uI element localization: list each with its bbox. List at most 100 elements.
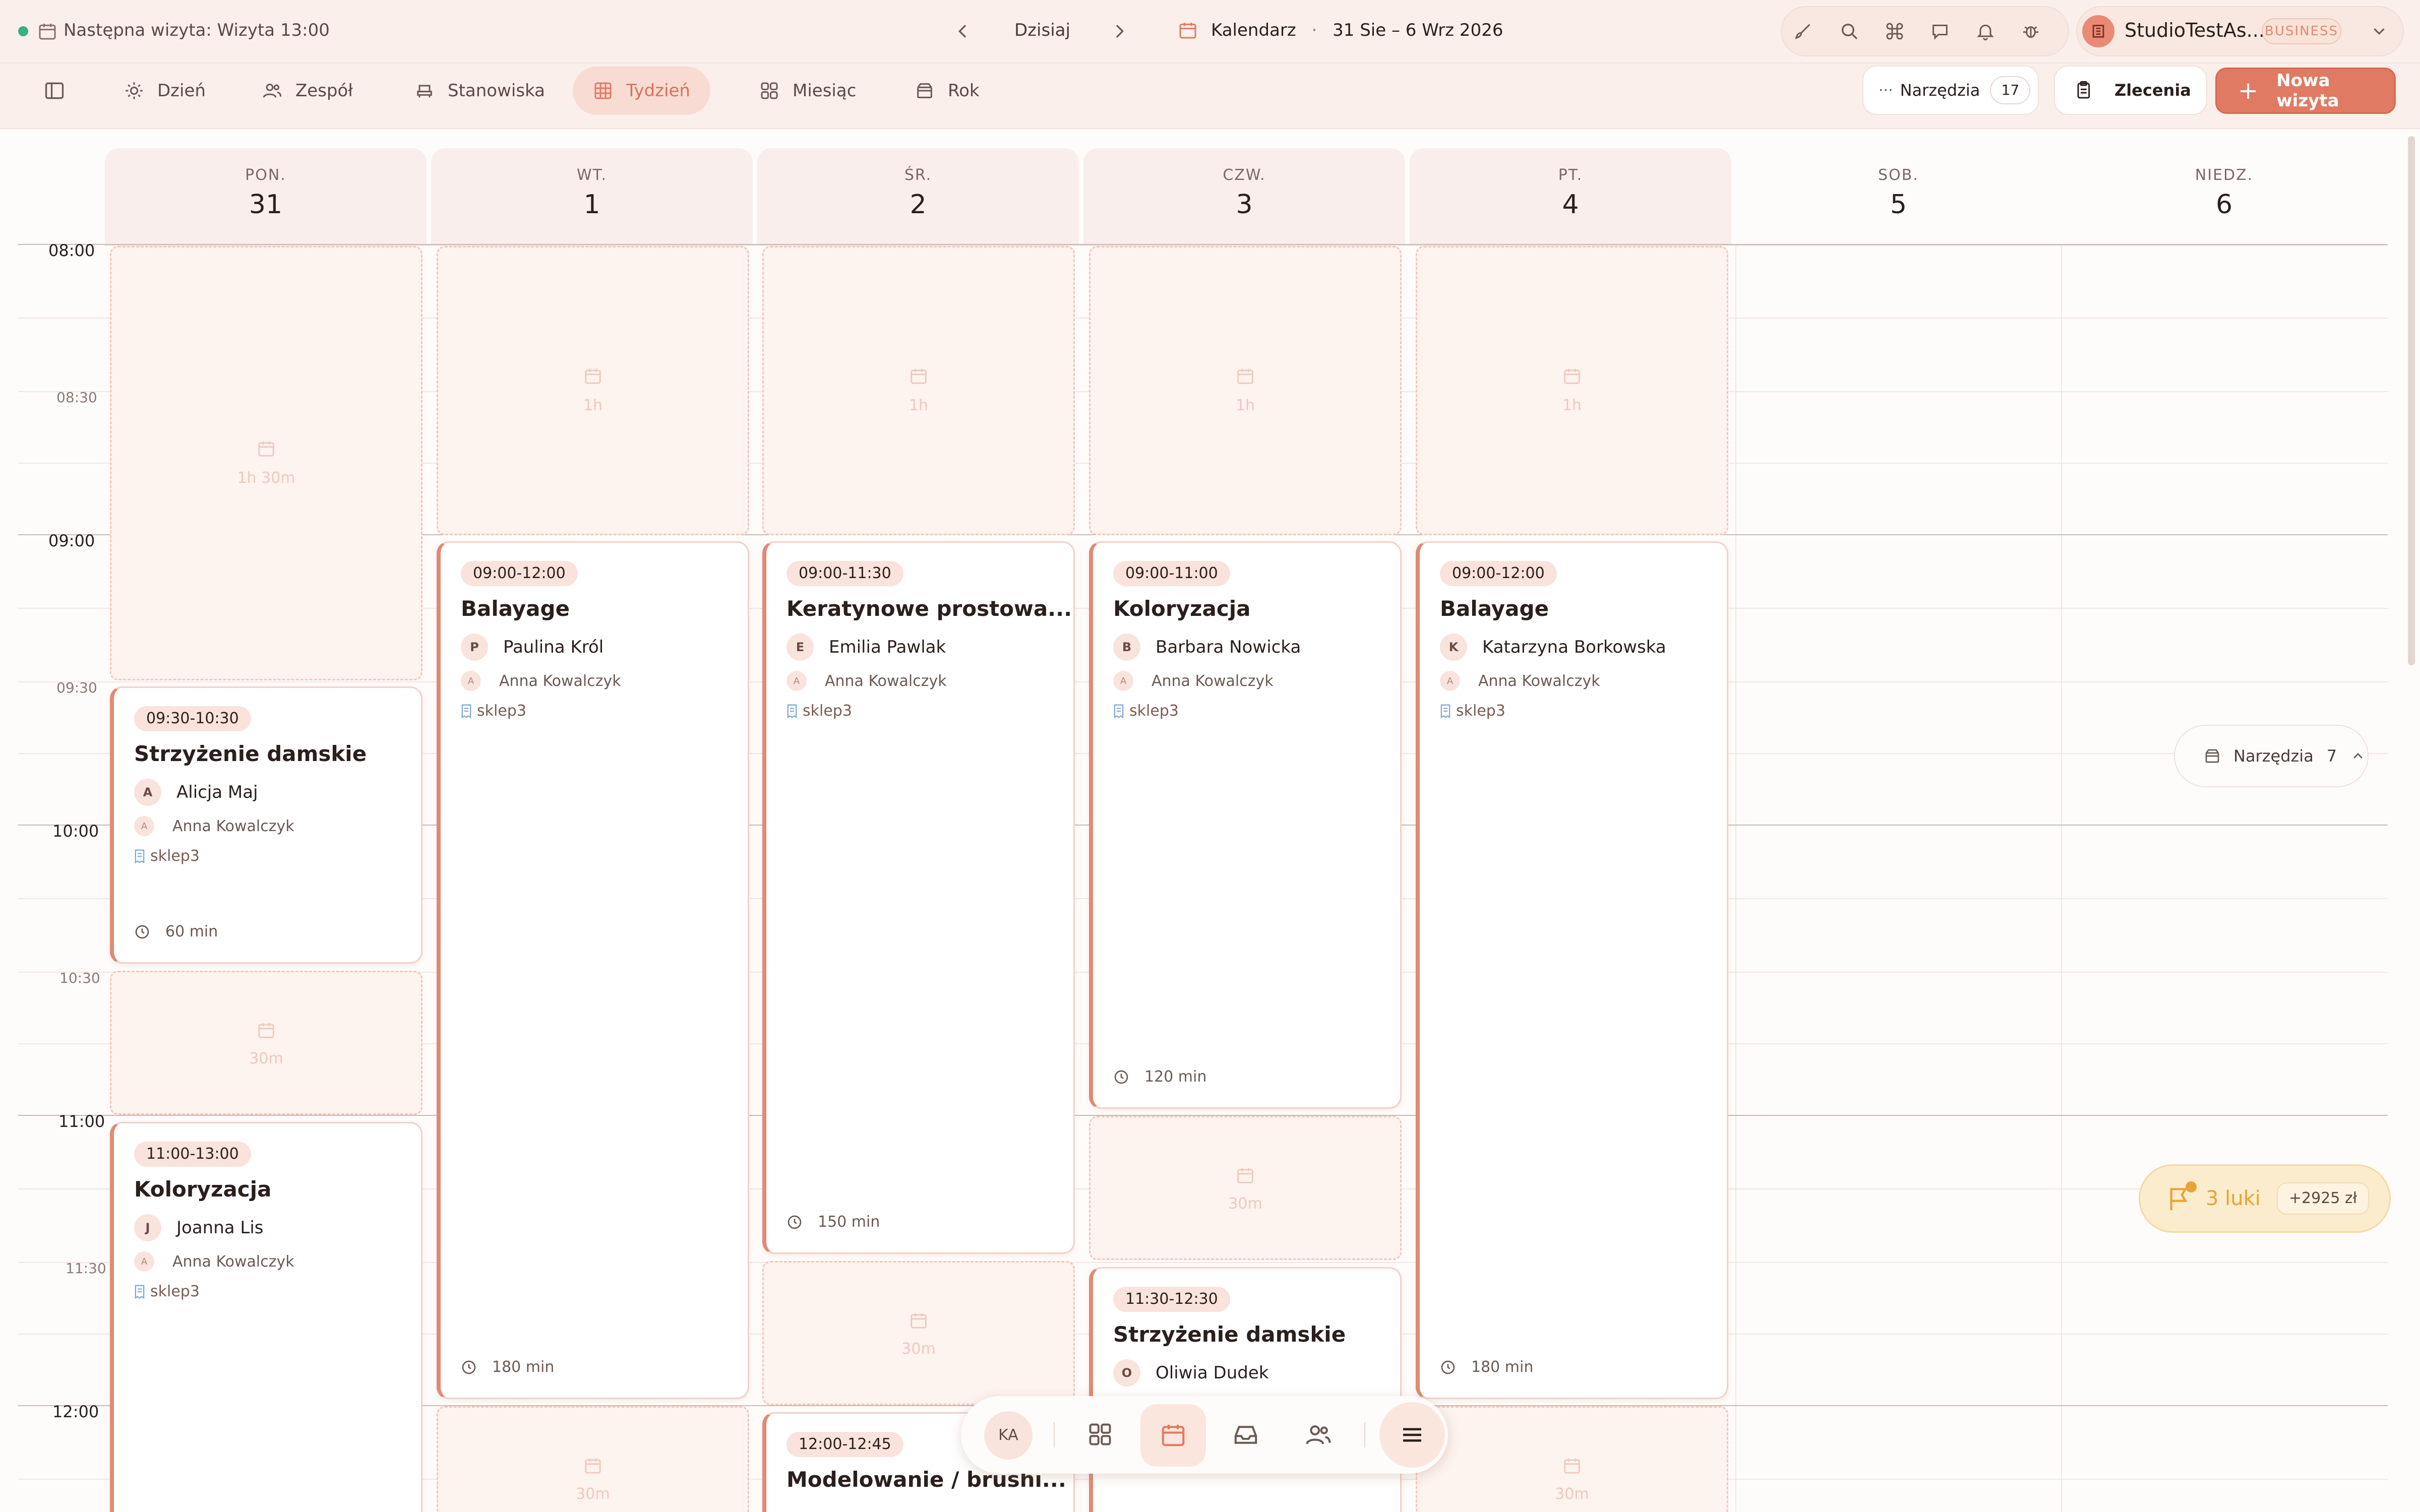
orders-button[interactable]: Zlecenia	[2054, 66, 2207, 115]
duration-value: 60 min	[165, 923, 218, 940]
orders-label: Zlecenia	[2114, 81, 2191, 100]
chevron-up-icon	[2350, 748, 2366, 764]
clients-icon[interactable]	[1305, 1421, 1332, 1448]
duration-value: 150 min	[818, 1213, 880, 1231]
tab-team[interactable]: Zespół	[242, 67, 373, 115]
hour-line	[18, 244, 2388, 245]
appointment-time: 11:30-12:30	[1113, 1287, 1230, 1312]
time-label: 11:00	[58, 1112, 105, 1131]
day-header-mon[interactable]: PON. 31	[105, 148, 427, 245]
day-number: 4	[1562, 190, 1579, 220]
box-icon	[915, 81, 935, 101]
free-slot-duration: 1h	[1235, 397, 1255, 414]
clipboard-icon	[2073, 79, 2093, 101]
day-header-sun[interactable]: NIEDZ. 6	[2062, 148, 2387, 245]
tab-week[interactable]: Tydzień	[573, 67, 710, 115]
tab-day[interactable]: Dzień	[104, 67, 226, 115]
new-visit-button[interactable]: + Nowa wizyta	[2215, 68, 2396, 114]
day-header-fri[interactable]: PT. 4	[1410, 148, 1731, 245]
day-name: CZW.	[1223, 166, 1266, 184]
calendar-slot-icon	[909, 366, 928, 386]
tab-year[interactable]: Rok	[894, 67, 1000, 115]
calendar-range[interactable]: Kalendarz · 31 Sie – 6 Wrz 2026	[1211, 20, 1503, 40]
tab-label: Stanowiska	[448, 81, 545, 101]
client-name: Joanna Lis	[176, 1218, 264, 1238]
appointment-card[interactable]: 09:00-11:00 Koloryzacja B Barbara Nowicka…	[1089, 541, 1402, 1109]
day-header-thu[interactable]: CZW. 3	[1083, 148, 1405, 245]
range-separator: ·	[1311, 20, 1317, 40]
location-name: sklep3	[803, 702, 852, 720]
free-slot-duration: 30m	[576, 1485, 610, 1503]
free-slot-duration: 30m	[1228, 1195, 1262, 1213]
calendar-slot-icon	[1236, 1166, 1255, 1185]
free-slot-duration: 1h	[583, 397, 603, 414]
client-avatar: P	[461, 634, 488, 661]
appointment-card[interactable]: 09:00-12:00 Balayage P Paulina Król A Anna…	[437, 541, 749, 1399]
day-name: SOB.	[1878, 166, 1919, 184]
sidebar-toggle-icon[interactable]	[43, 80, 66, 102]
appointment-location: sklep3	[134, 847, 200, 865]
day-number: 1	[583, 190, 600, 220]
scrollbar-thumb[interactable]	[2408, 136, 2415, 665]
next-visit-info[interactable]: Następna wizyta: Wizyta 13:00	[64, 20, 330, 40]
staff-avatar: A	[1113, 671, 1133, 691]
staff-name: Anna Kowalczyk	[172, 817, 294, 835]
calendar-picker-icon[interactable]	[1178, 20, 1198, 40]
free-slot[interactable]: 30m	[437, 1406, 749, 1512]
free-slot[interactable]: 1h	[762, 246, 1075, 535]
free-slot[interactable]: 1h	[1416, 246, 1728, 535]
bug-icon[interactable]	[2021, 21, 2041, 41]
appointment-card[interactable]: 11:00-13:00 Koloryzacja J Joanna Lis A Ann…	[110, 1122, 422, 1512]
dashboard-icon[interactable]	[1087, 1421, 1113, 1447]
time-label: 09:00	[48, 531, 95, 550]
day-header-sat[interactable]: SOB. 5	[1736, 148, 2061, 245]
time-label: 12:00	[52, 1402, 99, 1421]
appointment-card[interactable]: 09:00-11:30 Keratynowe prostowa... E Emil…	[762, 541, 1075, 1254]
time-label: 09:30	[56, 679, 97, 696]
search-icon[interactable]	[1839, 21, 1859, 41]
appointment-card[interactable]: 09:30-10:30 Strzyżenie damskie A Alicja M…	[110, 686, 422, 964]
appointment-time: 09:00-12:00	[1440, 561, 1557, 586]
plus-icon: +	[2238, 77, 2259, 105]
today-button[interactable]: Dzisiaj	[1014, 20, 1070, 40]
command-icon[interactable]	[1885, 21, 1905, 41]
free-slot[interactable]: 1h	[1089, 246, 1402, 535]
free-slot[interactable]: 30m	[762, 1261, 1075, 1405]
brush-icon[interactable]	[1793, 21, 1813, 41]
location-name: sklep3	[1456, 702, 1505, 720]
staff-avatar: A	[786, 671, 807, 691]
side-tools-button[interactable]: Narzędzia 7	[2174, 725, 2369, 787]
chat-icon[interactable]	[1930, 21, 1950, 41]
chevron-left-icon[interactable]	[953, 20, 973, 42]
calendar-slot-icon	[583, 366, 602, 386]
clock-icon	[786, 1214, 803, 1230]
client-name: Katarzyna Borkowska	[1482, 637, 1666, 657]
tab-stations[interactable]: Stanowiska	[394, 67, 565, 115]
chevron-right-icon[interactable]	[1109, 20, 1129, 42]
staff-avatar: A	[1440, 671, 1460, 691]
gaps-button[interactable]: 3 luki +2925 zł	[2139, 1164, 2391, 1233]
dock-avatar[interactable]: KA	[984, 1411, 1033, 1460]
free-slot[interactable]: 1h	[437, 246, 749, 535]
client-name: Alicja Maj	[176, 782, 258, 802]
free-slot[interactable]: 1h 30m	[110, 246, 422, 680]
receipt-icon	[461, 704, 472, 719]
day-header-wed[interactable]: ŚR. 2	[757, 148, 1079, 245]
staff-name: Anna Kowalczyk	[825, 672, 947, 690]
bell-icon[interactable]	[1975, 21, 1995, 41]
free-slot[interactable]: 30m	[1089, 1116, 1402, 1260]
staff-name: Anna Kowalczyk	[499, 672, 621, 690]
inbox-icon[interactable]	[1232, 1421, 1259, 1448]
day-header-tue[interactable]: WT. 1	[431, 148, 753, 245]
tools-count: 17	[1990, 76, 2031, 104]
notification-dot	[2186, 1181, 2197, 1192]
appointment-card[interactable]: 09:00-12:00 Balayage K Katarzyna Borkowsk…	[1416, 541, 1728, 1399]
free-slot[interactable]: 30m	[1416, 1406, 1728, 1512]
client-avatar: K	[1440, 634, 1467, 661]
chevron-down-icon[interactable]	[2370, 21, 2389, 41]
tools-button[interactable]: ··· Narzędzia 17	[1862, 66, 2039, 115]
calendar-slot-icon	[1562, 366, 1582, 386]
appointment-card[interactable]: 11:30-12:30 Strzyżenie damskie O Oliwia D…	[1089, 1267, 1402, 1512]
free-slot[interactable]: 30m	[110, 971, 422, 1115]
tab-month[interactable]: Miesiąc	[739, 67, 876, 115]
